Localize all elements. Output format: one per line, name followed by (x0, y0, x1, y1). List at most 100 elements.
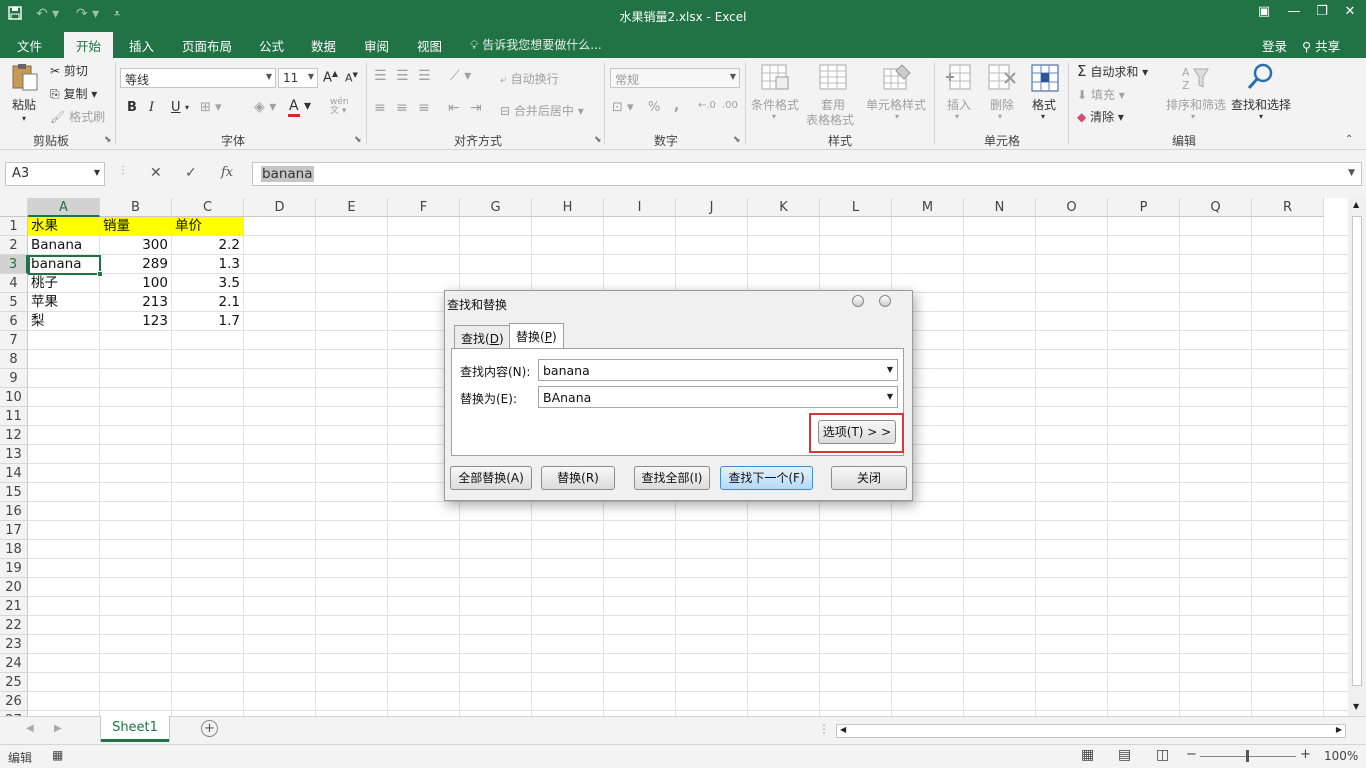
row-header-13[interactable]: 13 (0, 445, 28, 464)
chevron-down-icon[interactable]: ▼ (887, 392, 893, 401)
conditional-format-icon[interactable] (760, 63, 790, 93)
column-header-q[interactable]: Q (1180, 198, 1252, 217)
align-bottom-icon[interactable]: ☰ (418, 68, 431, 84)
find-all-button[interactable]: 查找全部(I) (634, 466, 710, 490)
find-select-button[interactable]: 查找和选择 (1231, 96, 1291, 113)
cell-b5[interactable]: 213 (100, 293, 171, 312)
cell-styles-icon[interactable] (882, 63, 912, 93)
ribbon-display-icon[interactable]: ▣ (1250, 4, 1278, 19)
sort-filter-button[interactable]: 排序和筛选 (1166, 96, 1226, 113)
comma-button[interactable]: , (674, 98, 679, 114)
align-center-icon[interactable]: ≡ (396, 100, 408, 116)
fill-color-icon[interactable]: ◈ ▾ (254, 99, 276, 115)
row-header-11[interactable]: 11 (0, 407, 28, 426)
macro-record-icon[interactable]: ▦ (52, 748, 63, 762)
tab-file[interactable]: 文件 (17, 36, 42, 55)
cell-b2[interactable]: 300 (100, 236, 171, 255)
align-right-icon[interactable]: ≡ (418, 100, 430, 116)
format-painter-button[interactable]: 🖌︎ 格式刷 (50, 108, 105, 125)
clipboard-launcher-icon[interactable]: ⬊ (104, 135, 112, 145)
format-cells-button[interactable]: 格式 (1032, 96, 1056, 113)
column-header-k[interactable]: K (748, 198, 820, 217)
column-header-p[interactable]: P (1108, 198, 1180, 217)
increase-indent-icon[interactable]: ⇥ (470, 100, 482, 116)
cell-c6[interactable]: 1.7 (172, 312, 243, 331)
copy-button[interactable]: ⎘ 复制 ▾ (50, 85, 97, 102)
insert-function-button[interactable]: fx (221, 165, 233, 180)
grow-font-icon[interactable]: A▲ (323, 69, 338, 85)
decrease-indent-icon[interactable]: ⇤ (448, 100, 460, 116)
column-header-l[interactable]: L (820, 198, 892, 217)
column-header-o[interactable]: O (1036, 198, 1108, 217)
border-icon[interactable]: ⊞ ▾ (200, 100, 222, 115)
scroll-thumb[interactable] (1352, 216, 1362, 686)
login-link[interactable]: 登录 (1262, 36, 1287, 55)
row-header-23[interactable]: 23 (0, 635, 28, 654)
minimize-icon[interactable]: — (1280, 4, 1308, 19)
number-format-combo[interactable]: 常规 ▼ (610, 68, 740, 88)
collapse-ribbon-icon[interactable]: ⌃ (1345, 134, 1353, 145)
row-header-12[interactable]: 12 (0, 426, 28, 445)
column-header-i[interactable]: I (604, 198, 676, 217)
vertical-scrollbar[interactable]: ▲ ▼ (1348, 198, 1366, 716)
tab-find[interactable]: 查找(D) (454, 325, 511, 348)
tab-review[interactable]: 审阅 (364, 36, 389, 55)
font-size-combo[interactable]: 11 ▼ (278, 68, 318, 88)
zoom-in-icon[interactable]: + (1300, 747, 1311, 762)
row-header-26[interactable]: 26 (0, 692, 28, 711)
share-button[interactable]: ⚲ 共享 (1302, 36, 1340, 55)
select-all-corner[interactable] (0, 198, 28, 217)
sheet-tab-sheet1[interactable]: Sheet1 (101, 716, 169, 742)
tab-replace[interactable]: 替换(P) (509, 323, 564, 349)
row-header-6[interactable]: 6 (0, 312, 28, 331)
tab-view[interactable]: 视图 (417, 36, 442, 55)
italic-button[interactable]: I (149, 100, 154, 115)
column-header-h[interactable]: H (532, 198, 604, 217)
cell-c3[interactable]: 1.3 (172, 255, 243, 274)
row-header-25[interactable]: 25 (0, 673, 28, 692)
tell-me-box[interactable]: 💡︎ 告诉我您想要做什么... (470, 36, 602, 53)
restore-icon[interactable]: ❐ (1308, 4, 1336, 19)
normal-view-icon[interactable]: ▦ (1081, 747, 1094, 763)
underline-button[interactable]: U (171, 100, 181, 115)
page-layout-view-icon[interactable]: ▤ (1118, 747, 1131, 763)
row-header-24[interactable]: 24 (0, 654, 28, 673)
row-header-21[interactable]: 21 (0, 597, 28, 616)
formula-input[interactable]: banana ▼ (252, 162, 1362, 186)
bold-button[interactable]: B (127, 100, 137, 115)
align-top-icon[interactable]: ☰ (374, 68, 387, 84)
cell-c2[interactable]: 2.2 (172, 236, 243, 255)
fill-button[interactable]: ⬇︎ 填充 ▾ (1077, 86, 1125, 103)
row-header-16[interactable]: 16 (0, 502, 28, 521)
font-name-combo[interactable]: 等线 ▼ (120, 68, 276, 88)
cell-a1[interactable]: 水果 (28, 217, 99, 236)
sort-filter-icon[interactable]: AZ (1180, 63, 1210, 93)
chevron-down-icon[interactable]: ▼ (887, 365, 893, 374)
row-header-22[interactable]: 22 (0, 616, 28, 635)
insert-cells-icon[interactable] (944, 63, 974, 93)
accounting-icon[interactable]: ⊡ ▾ (612, 100, 634, 115)
page-break-view-icon[interactable]: ◫ (1156, 747, 1169, 763)
magnifier-icon[interactable] (1246, 62, 1276, 92)
row-header-10[interactable]: 10 (0, 388, 28, 407)
column-header-a[interactable]: A (28, 198, 100, 217)
cell-styles-button[interactable]: 单元格样式 (866, 96, 926, 113)
paste-dropdown-icon[interactable]: ▾ (22, 114, 26, 123)
confirm-entry-icon[interactable]: ✓ (185, 165, 197, 181)
row-header-5[interactable]: 5 (0, 293, 28, 312)
cut-button[interactable]: ✂ 剪切 (50, 62, 88, 79)
cell-b1[interactable]: 销量 (100, 217, 171, 236)
name-box[interactable]: A3 ▼ (5, 162, 105, 186)
percent-button[interactable]: % (648, 100, 660, 115)
cell-a5[interactable]: 苹果 (28, 293, 99, 312)
underline-dropdown-icon[interactable]: ▾ (185, 103, 189, 112)
shrink-font-icon[interactable]: A▼ (345, 71, 358, 85)
next-sheet-icon[interactable]: ▶ (54, 723, 62, 734)
horizontal-scrollbar[interactable]: ◀ ▶ (836, 724, 1346, 738)
phonetic-icon[interactable]: wén 文 ▾ (330, 98, 349, 116)
cell-a4[interactable]: 桃子 (28, 274, 99, 293)
column-header-g[interactable]: G (460, 198, 532, 217)
row-header-8[interactable]: 8 (0, 350, 28, 369)
align-left-icon[interactable]: ≡ (374, 100, 386, 116)
dialog-close-icon[interactable] (879, 295, 891, 307)
